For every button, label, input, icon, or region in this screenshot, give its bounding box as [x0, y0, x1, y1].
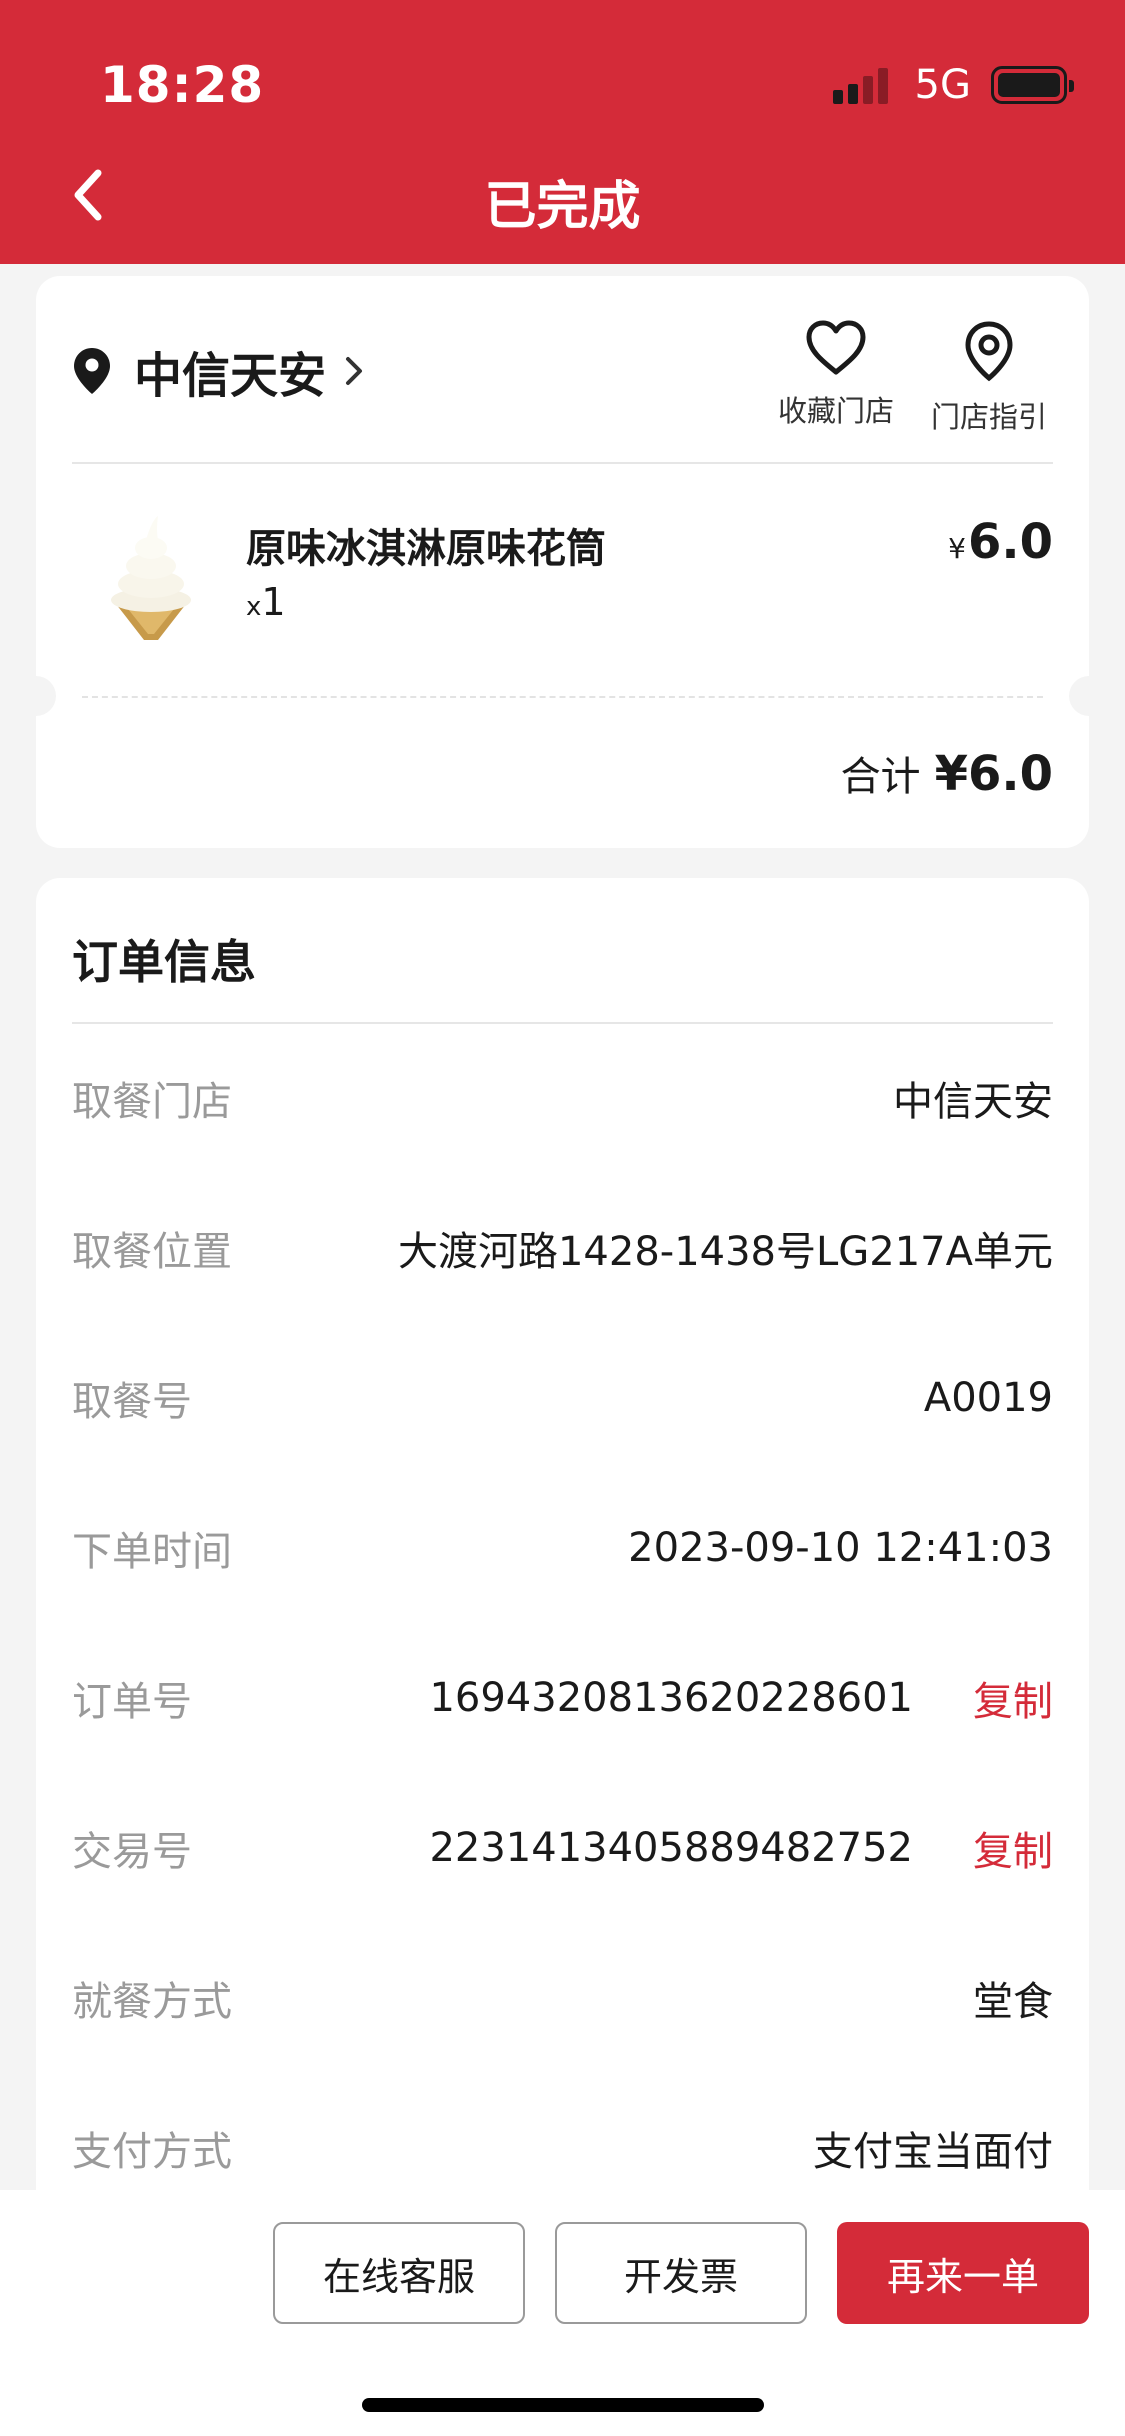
- favorite-store-label: 收藏门店: [777, 394, 894, 428]
- info-label: 取餐号: [72, 1379, 192, 1425]
- info-value: 大渡河路1428-1438号LG217A单元: [397, 1229, 1053, 1275]
- info-label: 就餐方式: [72, 1979, 232, 2025]
- invoice-button[interactable]: 开发票: [555, 2222, 807, 2324]
- info-row-pickup-location: 取餐位置 大渡河路1428-1438号LG217A单元: [72, 1218, 1053, 1278]
- home-indicator[interactable]: [362, 2398, 764, 2412]
- order-info-title: 订单信息: [72, 935, 256, 989]
- dashed-divider: [82, 696, 1043, 698]
- product-name: 原味冰淇淋原味花筒: [246, 526, 606, 572]
- order-total: 合计 ¥6.0: [840, 746, 1053, 802]
- info-row-dining-method: 就餐方式 堂食: [72, 1968, 1053, 2028]
- store-guide-label: 门店指引: [930, 400, 1047, 434]
- info-label: 订单号: [72, 1679, 192, 1725]
- info-label: 取餐门店: [72, 1079, 232, 1125]
- heart-icon: [806, 320, 866, 375]
- order-detail-page: 18:28 5G 已完成 中信天安 收藏门店 门店指引 原味冰淇淋原味花筒 x1…: [0, 0, 1125, 2436]
- header: 18:28 5G 已完成: [0, 0, 1125, 264]
- info-label: 下单时间: [72, 1529, 232, 1575]
- order-number: 1694320813620228601: [429, 1675, 913, 1721]
- info-value: 中信天安: [893, 1079, 1053, 1125]
- info-label: 支付方式: [72, 2129, 232, 2175]
- ticket-notch-left: [36, 676, 56, 716]
- info-value-group: 2231413405889482752 复制: [429, 1819, 1053, 1877]
- info-row-pickup-number: 取餐号 A0019: [72, 1368, 1053, 1428]
- status-indicators: 5G: [832, 62, 1074, 108]
- info-row-transaction-number: 交易号 2231413405889482752 复制: [72, 1818, 1053, 1878]
- map-pin-outline-icon: [965, 321, 1013, 382]
- store-name: 中信天安: [134, 348, 327, 404]
- bottom-action-bar: 在线客服 开发票 再来一单: [0, 2190, 1125, 2436]
- product-price: ¥6.0: [948, 514, 1053, 570]
- chevron-right-icon: [346, 357, 363, 385]
- info-value: 支付宝当面付: [813, 2129, 1053, 2175]
- transaction-number: 2231413405889482752: [429, 1825, 913, 1871]
- info-value: 堂食: [973, 1979, 1053, 2025]
- divider: [72, 462, 1053, 464]
- info-row-order-time: 下单时间 2023-09-10 12:41:03: [72, 1518, 1053, 1578]
- info-row-pickup-store: 取餐门店 中信天安: [72, 1068, 1053, 1128]
- battery-icon: [991, 66, 1074, 104]
- signal-icon: [832, 66, 893, 104]
- status-time: 18:28: [100, 56, 265, 114]
- info-row-payment-method: 支付方式 支付宝当面付: [72, 2118, 1053, 2178]
- order-summary-card: 中信天安 收藏门店 门店指引 原味冰淇淋原味花筒 x1 ¥6.0 合计 ¥6.0: [36, 276, 1089, 848]
- divider: [72, 1022, 1053, 1024]
- info-row-order-number: 订单号 1694320813620228601 复制: [72, 1668, 1053, 1728]
- page-title: 已完成: [484, 177, 641, 237]
- info-label: 交易号: [72, 1829, 192, 1875]
- info-value: A0019: [923, 1375, 1053, 1421]
- info-value-group: 1694320813620228601 复制: [429, 1669, 1053, 1727]
- store-guide-button[interactable]: 门店指引: [919, 320, 1059, 436]
- info-label: 取餐位置: [72, 1229, 232, 1275]
- customer-service-button[interactable]: 在线客服: [273, 2222, 525, 2324]
- product-quantity: x1: [246, 580, 286, 624]
- location-pin-icon: [74, 348, 110, 394]
- favorite-store-button[interactable]: 收藏门店: [766, 320, 906, 430]
- copy-transaction-number-button[interactable]: 复制: [973, 1819, 1053, 1877]
- ticket-notch-right: [1069, 676, 1089, 716]
- order-info-card: 订单信息 取餐门店 中信天安 取餐位置 大渡河路1428-1438号LG217A…: [36, 878, 1089, 2338]
- reorder-button[interactable]: 再来一单: [837, 2222, 1089, 2324]
- ice-cream-cone-image: [111, 516, 191, 640]
- info-value: 2023-09-10 12:41:03: [628, 1525, 1053, 1571]
- store-link[interactable]: 中信天安: [72, 336, 364, 406]
- copy-order-number-button[interactable]: 复制: [973, 1669, 1053, 1727]
- network-type: 5G: [914, 62, 971, 108]
